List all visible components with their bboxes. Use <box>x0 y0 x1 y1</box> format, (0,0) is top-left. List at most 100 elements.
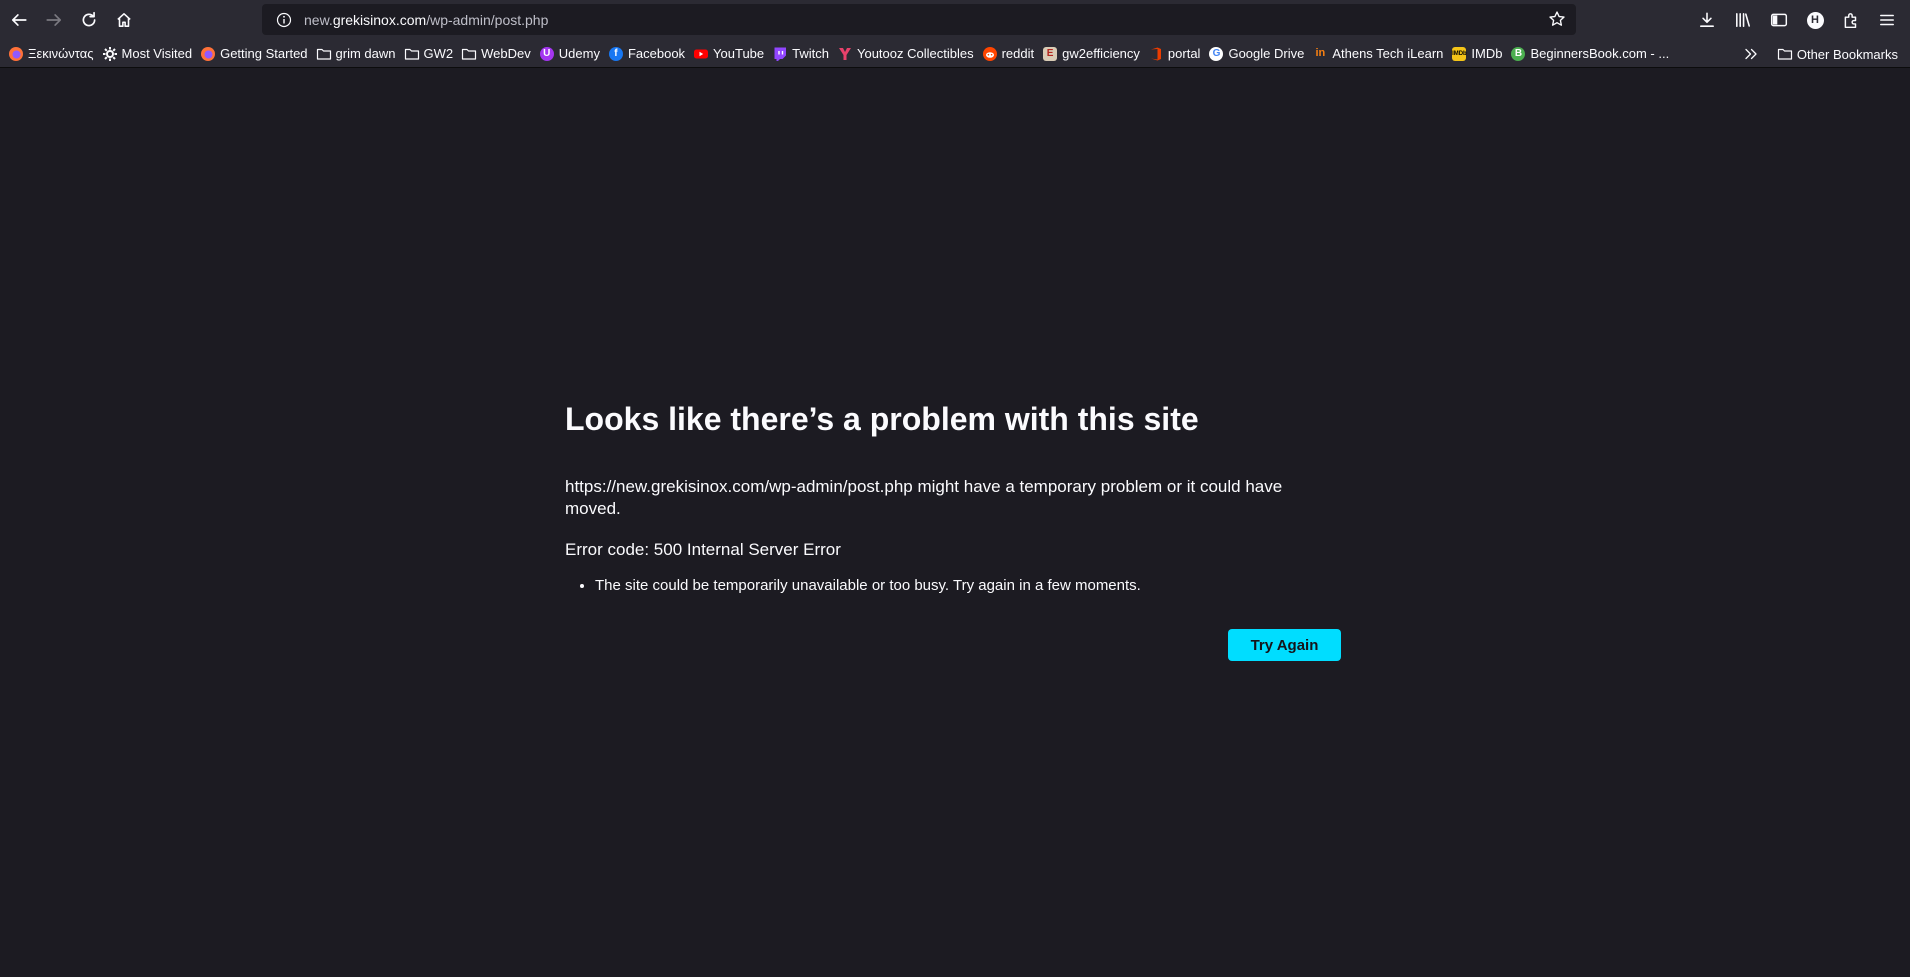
youtooz-icon <box>837 46 853 62</box>
bookmark-item[interactable]: Getting Started <box>198 42 313 66</box>
firefox-icon <box>200 46 216 62</box>
bookmark-item[interactable]: portal <box>1146 42 1207 66</box>
bookmark-label: Athens Tech iLearn <box>1332 46 1444 61</box>
library-button[interactable] <box>1726 3 1760 37</box>
nav-buttons <box>2 3 141 37</box>
imdb-icon: IMDb <box>1451 46 1467 62</box>
bookmark-item[interactable]: Twitch <box>770 42 835 66</box>
bookmarks-right: Other Bookmarks <box>1741 42 1904 66</box>
bookmark-item[interactable]: f Facebook <box>606 42 691 66</box>
ilearn-icon: in <box>1315 47 1326 59</box>
firefox-icon <box>8 46 24 62</box>
reload-button[interactable] <box>72 3 106 37</box>
bookmark-label: Most Visited <box>121 46 193 61</box>
bookmark-item[interactable]: in Athens Tech iLearn <box>1310 42 1449 66</box>
bookmark-label: Twitch <box>792 46 829 61</box>
sidebar-button[interactable] <box>1762 3 1796 37</box>
bookmark-label: portal <box>1167 46 1201 61</box>
bookmark-label: Youtooz Collectibles <box>856 46 974 61</box>
account-button[interactable]: H <box>1798 3 1832 37</box>
profile-avatar: H <box>1806 11 1824 29</box>
gw2efficiency-icon: E <box>1042 46 1058 62</box>
site-info-button[interactable] <box>268 12 300 28</box>
downloads-button[interactable] <box>1690 3 1724 37</box>
error-actions: Try Again <box>565 629 1341 662</box>
bookmark-item[interactable]: G Google Drive <box>1206 42 1310 66</box>
info-icon <box>276 12 292 27</box>
home-button[interactable] <box>107 3 141 37</box>
bookmark-label: Udemy <box>558 46 600 61</box>
star-icon <box>1549 11 1565 26</box>
error-description: https://new.grekisinox.com/wp-admin/post… <box>565 477 1283 519</box>
url-text[interactable]: new.grekisinox.com/wp-admin/post.php <box>304 12 548 28</box>
bookmark-label: YouTube <box>713 46 765 61</box>
extensions-button[interactable] <box>1834 3 1868 37</box>
beginnersbook-icon: B <box>1510 46 1526 62</box>
bookmark-item[interactable]: E gw2efficiency <box>1040 42 1146 66</box>
bookmark-label: GW2 <box>423 46 454 61</box>
puzzle-icon <box>1844 13 1857 29</box>
bookmark-folder[interactable]: WebDev <box>459 42 537 66</box>
google-icon: G <box>1208 46 1224 62</box>
address-bar[interactable]: new.grekisinox.com/wp-admin/post.php <box>262 4 1576 35</box>
bookmark-label: BeginnersBook.com - ... <box>1530 46 1670 61</box>
error-tip: The site could be temporarily unavailabl… <box>595 576 1341 596</box>
bookmark-label: grim dawn <box>335 46 396 61</box>
error-page-container: Looks like there’s a problem with this s… <box>565 400 1341 662</box>
app-menu-button[interactable] <box>1870 3 1904 37</box>
error-tips-list: The site could be temporarily unavailabl… <box>565 576 1341 596</box>
bookmark-label: Google Drive <box>1228 46 1305 61</box>
bookmark-item[interactable]: B BeginnersBook.com - ... <box>1508 42 1675 66</box>
hamburger-menu-icon <box>1880 14 1894 26</box>
library-icon <box>1736 13 1750 27</box>
chevron-double-right-icon <box>1743 46 1759 62</box>
udemy-icon: U <box>539 46 555 62</box>
bookmark-folder[interactable]: GW2 <box>402 42 460 66</box>
bookmark-item[interactable]: reddit <box>980 42 1041 66</box>
sidebar-icon <box>1770 13 1788 27</box>
bookmark-label: IMDb <box>1471 46 1503 61</box>
back-button[interactable] <box>2 3 36 37</box>
download-icon <box>1700 12 1714 27</box>
try-again-button[interactable]: Try Again <box>1228 629 1341 662</box>
folder-icon <box>1777 46 1793 62</box>
bookmarks-toolbar: Ξεκινώντας Most Visited Getting Started … <box>0 40 1910 68</box>
back-arrow-icon <box>11 14 27 26</box>
forward-button[interactable] <box>37 3 71 37</box>
bookmark-item[interactable]: Youtooz Collectibles <box>835 42 980 66</box>
error-title: Looks like there’s a problem with this s… <box>565 401 1199 437</box>
bookmark-item[interactable]: U Udemy <box>537 42 606 66</box>
bookmark-label: Ξεκινώντας <box>28 46 94 61</box>
forward-arrow-icon <box>46 14 62 26</box>
other-bookmarks-label: Other Bookmarks <box>1796 46 1898 62</box>
bookmark-label: reddit <box>1001 46 1035 61</box>
bookmark-item[interactable]: Ξεκινώντας <box>6 42 100 66</box>
more-bookmarks-button[interactable] <box>1741 42 1765 66</box>
folder-icon <box>316 46 332 62</box>
url-domain: grekisinox.com <box>332 11 427 28</box>
bookmark-item[interactable]: YouTube <box>691 42 770 66</box>
url-path: /wp-admin/post.php <box>426 11 549 28</box>
bookmark-label: Getting Started <box>220 46 308 61</box>
url-prefix: new. <box>304 11 333 28</box>
other-bookmarks-folder[interactable]: Other Bookmarks <box>1775 42 1904 66</box>
reload-icon <box>82 11 96 27</box>
bookmark-item[interactable]: Most Visited <box>100 42 199 66</box>
bookmark-label: gw2efficiency <box>1062 46 1140 61</box>
bookmark-folder[interactable]: grim dawn <box>314 42 402 66</box>
folder-icon <box>404 46 420 62</box>
office-icon <box>1148 46 1164 62</box>
bookmark-label: WebDev <box>481 46 531 61</box>
twitch-icon <box>772 46 788 62</box>
gear-icon <box>102 46 118 62</box>
bookmark-item[interactable]: IMDb IMDb <box>1449 42 1508 66</box>
facebook-icon: f <box>608 46 624 62</box>
youtube-icon <box>693 46 709 62</box>
folder-icon <box>461 46 477 62</box>
error-code: Error code: 500 Internal Server Error <box>565 540 841 560</box>
bookmarks-list: Ξεκινώντας Most Visited Getting Started … <box>0 42 1675 66</box>
bookmark-star-button[interactable] <box>1544 6 1570 32</box>
home-icon <box>117 13 131 27</box>
reddit-icon <box>982 46 998 62</box>
navigation-toolbar: new.grekisinox.com/wp-admin/post.php H <box>0 0 1910 40</box>
